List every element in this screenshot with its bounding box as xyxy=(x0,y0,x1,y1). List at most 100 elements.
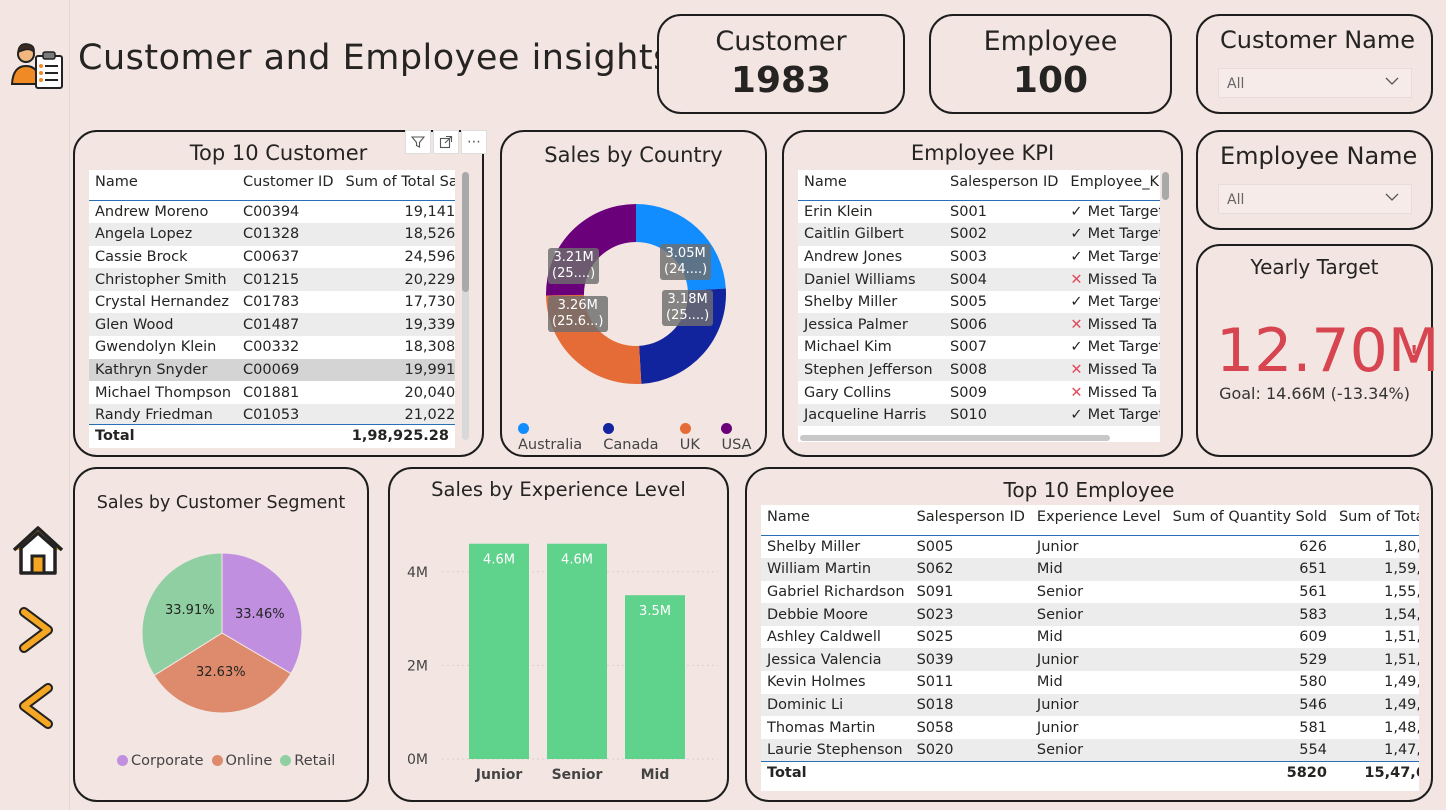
table-row[interactable]: Kathryn Snyder C00069 19,991.26 xyxy=(89,358,455,382)
horizontal-scrollbar[interactable] xyxy=(800,435,1110,441)
table-row[interactable]: Cassie Brock C00637 24,596.05 xyxy=(89,246,455,269)
cell-text: S004 xyxy=(950,271,987,288)
table-row[interactable]: Michael Kim S007 ✓ Met Target xyxy=(798,336,1160,359)
table-cell: 609 xyxy=(1167,626,1333,649)
table-row[interactable]: Shelby Miller S005 Junior 626 1,80,677.54 xyxy=(761,536,1419,559)
table-row[interactable]: Jessica Valencia S039 Junior 529 1,51,169.04 xyxy=(761,648,1419,672)
cell-text: Christopher Smith xyxy=(95,271,227,288)
chevron-left-icon[interactable] xyxy=(16,682,56,730)
column-header-quantity-sold[interactable]: Sum of Quantity Sold xyxy=(1166,505,1333,536)
legend-item-corporate[interactable]: Corporate xyxy=(117,753,204,769)
table-cell: Mid xyxy=(1031,671,1167,694)
cell-text: Missed Ta xyxy=(1087,271,1158,288)
sales-by-experience-bar-chart[interactable]: 4M 2M 0M 4.6M Junior 4.6M Senior 3.5M Mid xyxy=(390,469,727,800)
table-row[interactable]: Debbie Moore S023 Senior 583 1,54,037.74 xyxy=(761,603,1419,626)
legend-item-canada[interactable]: Canada xyxy=(603,421,671,453)
table-row[interactable]: Michael Thompson C01881 20,040.47 xyxy=(89,381,455,404)
table-row[interactable]: Christopher Smith C01215 20,229.18 xyxy=(89,268,455,291)
table-cell: Dominic Li xyxy=(761,693,911,717)
label-value: 3.26M xyxy=(557,298,598,313)
cell-text: Crystal Hernandez xyxy=(95,294,229,311)
legend-item-retail[interactable]: Retail xyxy=(280,753,335,769)
bar-mid[interactable] xyxy=(625,595,685,759)
column-header-name[interactable]: Name xyxy=(798,170,945,201)
table-cell: S004 xyxy=(944,268,1065,291)
customer-name-dropdown[interactable]: All xyxy=(1218,68,1412,98)
table-row[interactable]: Erin Klein S001 ✓ Met Target xyxy=(798,201,1160,224)
table-cell: S003 xyxy=(944,246,1064,269)
table-cell: C00394 xyxy=(237,201,339,224)
employee-name-dropdown[interactable]: All xyxy=(1218,184,1412,214)
table-cell: Kevin Holmes xyxy=(761,671,911,694)
table-row[interactable]: Jessica Palmer S006 ✕ Missed Ta xyxy=(798,313,1160,337)
cell-text: C01783 xyxy=(243,294,300,311)
column-header-salesperson-id[interactable]: Salesperson ID xyxy=(910,505,1031,536)
table-cell: S018 xyxy=(910,693,1031,717)
table-row[interactable]: Shelby Miller S005 ✓ Met Target xyxy=(798,291,1160,314)
bar-junior[interactable] xyxy=(469,543,529,759)
chevron-right-icon[interactable] xyxy=(16,606,56,654)
table-row[interactable]: William Martin S062 Mid 651 1,59,963.40 xyxy=(761,558,1419,581)
table-cell: 24,596.05 xyxy=(340,246,455,269)
cell-text: 1,55,855.43 xyxy=(1384,583,1419,600)
more-options-icon[interactable]: ⋯ xyxy=(461,130,487,154)
focus-mode-icon[interactable] xyxy=(433,130,459,154)
vertical-scrollbar[interactable] xyxy=(1162,172,1169,200)
x-category-label: Mid xyxy=(641,767,670,783)
table-row[interactable]: Glen Wood C01487 19,339.49 xyxy=(89,313,455,337)
table-cell: 1,47,677.34 xyxy=(1332,738,1419,762)
employee-name-slicer: Employee Name All xyxy=(1196,130,1433,230)
table-cell: C00332 xyxy=(237,336,339,359)
table-cell: C01783 xyxy=(237,291,339,314)
column-header-salesperson-id[interactable]: Salesperson ID xyxy=(944,170,1065,201)
cell-text: 529 xyxy=(1299,651,1327,668)
legend-item-uk[interactable]: UK xyxy=(679,421,714,453)
table-row[interactable]: Andrew Jones S003 ✓ Met Target xyxy=(798,246,1160,269)
vertical-scrollbar[interactable] xyxy=(462,172,469,440)
legend-item-usa[interactable]: USA xyxy=(721,421,765,453)
column-header-name[interactable]: Name xyxy=(89,170,238,201)
column-header-customer-id[interactable]: Customer ID xyxy=(237,170,340,201)
table-row[interactable]: Ashley Caldwell S025 Mid 609 1,51,310.40 xyxy=(761,626,1419,649)
legend-item-australia[interactable]: Australia xyxy=(518,421,595,453)
home-icon[interactable] xyxy=(10,522,66,578)
cell-text: Mid xyxy=(1036,629,1063,646)
legend-item-online[interactable]: Online xyxy=(211,753,272,769)
table-row[interactable]: Caitlin Gilbert S002 ✓ Met Target xyxy=(798,223,1160,246)
table-cell: Mid xyxy=(1030,558,1167,581)
table-row[interactable]: Angela Lopez C01328 18,526.38 xyxy=(89,223,455,246)
table-cell: Gabriel Richardson xyxy=(761,581,911,604)
donut-data-label: 3.26M (25.6...) xyxy=(548,296,608,332)
table-cell: S020 xyxy=(910,738,1031,762)
cell-text: Senior xyxy=(1036,741,1084,758)
table-row[interactable]: Thomas Martin S058 Junior 581 1,48,160.83 xyxy=(761,716,1419,739)
table-row[interactable]: Gabriel Richardson S091 Senior 561 1,55,855.… xyxy=(761,581,1419,604)
table-row[interactable]: Crystal Hernandez C01783 17,730.17 xyxy=(89,291,455,314)
table-row[interactable]: Laurie Stephenson S020 Senior 554 1,47,677.3… xyxy=(761,738,1419,762)
table-row[interactable]: Gary Collins S009 ✕ Missed Ta xyxy=(798,381,1160,404)
table-row[interactable]: Dominic Li S018 Junior 546 1,49,294.31 xyxy=(761,693,1419,717)
label-value: 3.18M xyxy=(667,292,708,307)
sales-by-segment-pie[interactable] xyxy=(140,551,304,715)
cell-text: Junior xyxy=(1036,539,1079,556)
column-header-total-sales[interactable]: Sum of Total Sales xyxy=(339,170,455,201)
cell-text: Gary Collins xyxy=(804,384,892,401)
filter-icon[interactable] xyxy=(405,130,431,154)
table-row[interactable]: Andrew Moreno C00394 19,141.16 xyxy=(89,201,455,224)
table-row[interactable]: Jacqueline Harris S010 ✓ Met Target xyxy=(798,403,1160,427)
bar-senior[interactable] xyxy=(547,543,607,759)
table-row[interactable]: Gwendolyn Klein C00332 18,308.52 xyxy=(89,336,455,359)
column-header-experience-level[interactable]: Experience Level xyxy=(1030,505,1167,536)
column-header-name[interactable]: Name xyxy=(761,505,911,536)
column-header-total-sales[interactable]: Sum of Total Sales xyxy=(1332,505,1419,536)
column-header-employee-kpi[interactable]: Employee_KPI xyxy=(1064,170,1160,201)
legend-label: Corporate xyxy=(131,753,204,769)
table-cell: Jessica Palmer xyxy=(798,313,945,337)
table-cell: 19,141.16 xyxy=(340,201,455,224)
table-row[interactable]: Kevin Holmes S011 Mid 580 1,49,517.89 xyxy=(761,671,1419,694)
table-row[interactable]: Stephen Jefferson S008 ✕ Missed Ta xyxy=(798,358,1160,382)
table-cell: Kathryn Snyder xyxy=(89,358,238,382)
table-cell: S002 xyxy=(944,223,1065,246)
yearly-target-value: 12.70M xyxy=(1216,316,1440,386)
table-row[interactable]: Daniel Williams S004 ✕ Missed Ta xyxy=(798,268,1160,291)
